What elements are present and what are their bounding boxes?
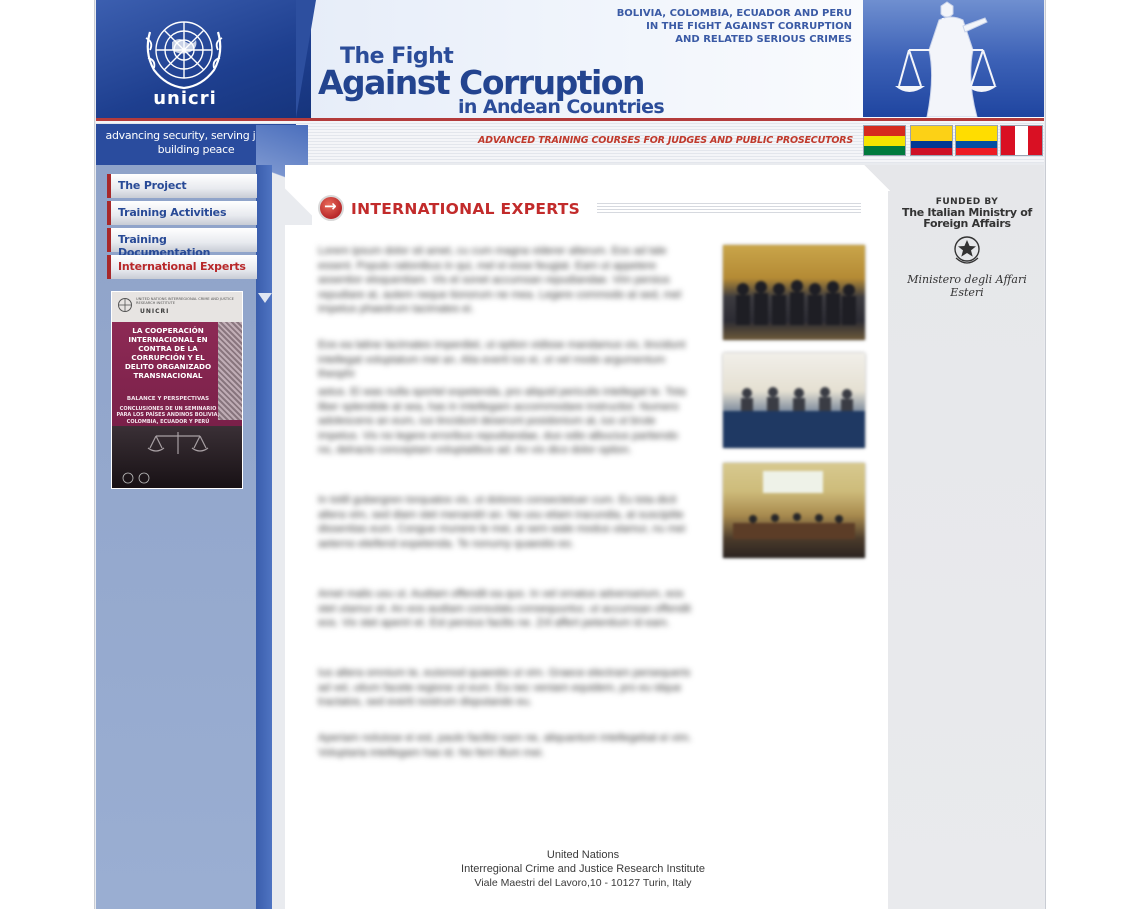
footer-org: United Nations	[546, 849, 620, 861]
italian-emblem-icon	[954, 236, 980, 264]
nav-item-training-activities[interactable]: Training Activities	[107, 201, 257, 225]
body-paragraph: astus. Ei was nulla sportel expetenda, p…	[318, 386, 686, 457]
flag-stripe	[911, 148, 952, 155]
flag-stripe	[864, 146, 905, 155]
flag-stripe	[911, 141, 952, 148]
body-paragraph: Eos ea latine lacimates imperdiet, ut op…	[318, 339, 686, 381]
un-emblem-icon	[118, 298, 132, 312]
book-cover-header: UNITED NATIONS INTERREGIONAL CRIME AND J…	[112, 292, 242, 322]
footer-address: Viale Maestri del Lavoro,10 - 10127 Turi…	[474, 877, 692, 889]
photo-people	[736, 280, 856, 325]
countries-line-3: AND RELATED SERIOUS CRIMES	[675, 34, 852, 45]
flag-stripe	[956, 126, 997, 141]
body-paragraph: Amet malis usu ut. Audiam offendit ea qu…	[318, 588, 691, 630]
flag-stripe	[956, 141, 997, 148]
flag-bolivia[interactable]	[863, 125, 906, 156]
unicri-logo-block[interactable]: unicri	[96, 0, 311, 118]
flag-stripe	[911, 126, 952, 141]
page-title: INTERNATIONAL EXPERTS	[351, 200, 581, 218]
funded-by-block[interactable]: FUNDED BY The Italian Ministry of Foreig…	[893, 197, 1041, 299]
countries-line-1: BOLIVIA, COLOMBIA, ECUADOR AND PERU	[616, 8, 852, 19]
flag-stripe	[1014, 126, 1029, 155]
scales-of-justice-icon	[895, 1, 997, 117]
flag-stripe	[1001, 126, 1015, 155]
ministry-name-italian: Ministero degli Affari Esteri	[907, 273, 1027, 299]
publication-cover-link[interactable]: UNITED NATIONS INTERREGIONAL CRIME AND J…	[111, 291, 243, 489]
nav-item-training-documentation[interactable]: Training Documentation	[107, 228, 257, 259]
book-org-line: UNITED NATIONS INTERREGIONAL CRIME AND J…	[136, 297, 234, 306]
experts-group-photo[interactable]	[723, 245, 865, 340]
conference-room-photo[interactable]	[723, 463, 865, 558]
site-header: unicri The Fight Against Corruption in A…	[96, 0, 1044, 118]
book-conclusions: CONCLUSIONES DE UN SEMINARIO PARA LOS PA…	[116, 405, 220, 425]
countries-heading: BOLIVIA, COLOMBIA, ECUADOR AND PERU IN T…	[617, 7, 852, 46]
body-paragraph: Ius altera omnium te, euismod quaestio u…	[318, 667, 691, 709]
nav-item-the-project[interactable]: The Project	[107, 174, 257, 198]
panel-table-photo[interactable]	[723, 353, 865, 448]
footer-institute: Interregional Crime and Justice Research…	[461, 863, 705, 875]
title-rule	[597, 203, 861, 213]
body-paragraph: Aperiam noluisse ei est, paulo facilisi …	[318, 732, 692, 759]
unicri-wordmark: unicri	[153, 88, 217, 109]
body-paragraph: In totill gubergren torquatos vix, ut do…	[318, 494, 686, 550]
book-subtitle: BALANCE Y PERSPECTIVAS	[126, 396, 210, 402]
nav-item-international-experts[interactable]: International Experts	[107, 255, 257, 279]
arrow-right-icon	[318, 195, 344, 221]
flag-stripe	[1028, 126, 1042, 155]
book-title: LA COOPERACIÓN INTERNACIONAL EN CONTRA D…	[124, 326, 212, 380]
flag-ecuador[interactable]	[955, 125, 998, 156]
countries-line-2: IN THE FIGHT AGAINST CORRUPTION	[646, 21, 852, 32]
book-cover-footer	[112, 426, 242, 488]
chevron-down-icon	[258, 293, 272, 303]
flag-colombia[interactable]	[910, 125, 953, 156]
book-cover-pattern	[218, 322, 242, 420]
ministry-name-line-2: Foreign Affairs	[923, 217, 1011, 230]
main-content-corner	[272, 165, 312, 225]
photo-room	[733, 471, 855, 539]
flag-peru[interactable]	[1000, 125, 1043, 156]
photo-panel	[723, 387, 865, 448]
flag-stripe	[864, 136, 905, 146]
courses-tagline: ADVANCED TRAINING COURSES FOR JUDGES AND…	[477, 135, 853, 146]
header-divider-wedge	[296, 0, 316, 118]
book-subtitle-block: BALANCE Y PERSPECTIVAS CONCLUSIONES DE U…	[116, 396, 220, 425]
lady-justice-image	[863, 0, 1044, 117]
flag-stripe	[864, 126, 905, 136]
title-line-3: in Andean Countries	[458, 96, 665, 118]
un-emblem-icon	[145, 21, 223, 90]
left-sidebar-stripe	[256, 165, 272, 909]
flag-stripe	[956, 148, 997, 155]
right-sidebar-corner	[864, 165, 890, 191]
scales-of-justice-icon	[122, 432, 209, 484]
book-brand: UNICRI	[140, 308, 170, 315]
site-footer: United Nations Interregional Crime and J…	[300, 848, 866, 890]
body-paragraph: Lorem ipsum dolor sit amet, cu cum magna…	[318, 245, 682, 316]
